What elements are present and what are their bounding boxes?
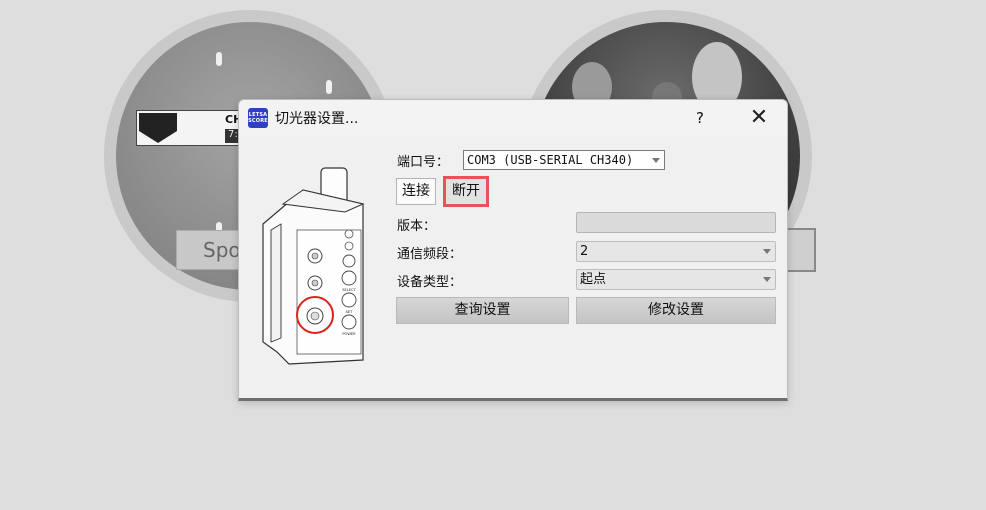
- device-type-label: 设备类型：: [397, 275, 463, 290]
- player-figure: [326, 80, 332, 94]
- device-illustration: SELECT SET POWER: [262, 167, 365, 365]
- device-side: [270, 223, 282, 343]
- port-select-value: COM3 (USB-SERIAL CH340): [467, 153, 634, 167]
- lens-port-core: [311, 252, 319, 260]
- band-select-value: 2: [580, 244, 589, 259]
- version-label: 版本：: [397, 219, 437, 234]
- chevron-down-icon: [652, 158, 660, 163]
- power-text: POWER: [342, 332, 356, 336]
- indicator-light: [344, 241, 354, 251]
- disconnect-button[interactable]: 断开: [443, 176, 489, 207]
- help-button[interactable]: ?: [685, 104, 715, 132]
- chevron-down-icon: [763, 249, 771, 254]
- version-field: [576, 212, 776, 233]
- select-text: SELECT: [342, 288, 356, 292]
- player-figure: [216, 52, 222, 66]
- device-type-select-value: 起点: [580, 272, 607, 287]
- query-settings-button[interactable]: 查询设置: [396, 297, 569, 324]
- sensor-port-core: [310, 311, 320, 321]
- app-logo-icon: LETSA SCORE: [248, 108, 268, 128]
- port-label: 端口号：: [397, 155, 450, 170]
- lens-port-core: [311, 279, 319, 287]
- band-label: 通信频段：: [397, 247, 463, 262]
- connect-button[interactable]: 连接: [396, 178, 436, 205]
- club-crest-icon: [139, 113, 177, 143]
- power-button: [341, 314, 357, 330]
- device-type-select[interactable]: 起点: [576, 269, 776, 290]
- indicator-light: [344, 229, 354, 239]
- port-select[interactable]: COM3 (USB-SERIAL CH340): [463, 150, 665, 170]
- dialog-title: 切光器设置...: [275, 111, 359, 127]
- dialog-titlebar[interactable]: LETSA SCORE 切光器设置... ? ✕: [239, 100, 787, 136]
- modify-settings-button[interactable]: 修改设置: [576, 297, 776, 324]
- set-button: [341, 292, 357, 308]
- close-button[interactable]: ✕: [744, 104, 774, 132]
- device-button: [342, 254, 356, 268]
- light-cutter-settings-dialog: LETSA SCORE 切光器设置... ? ✕ SELECT SET POWE…: [238, 99, 788, 401]
- set-text: SET: [346, 310, 354, 314]
- chevron-down-icon: [763, 277, 771, 282]
- band-select[interactable]: 2: [576, 241, 776, 262]
- background-side-button[interactable]: [786, 228, 816, 272]
- app-logo-text-2: SCORE: [248, 118, 268, 124]
- select-button: [341, 270, 357, 286]
